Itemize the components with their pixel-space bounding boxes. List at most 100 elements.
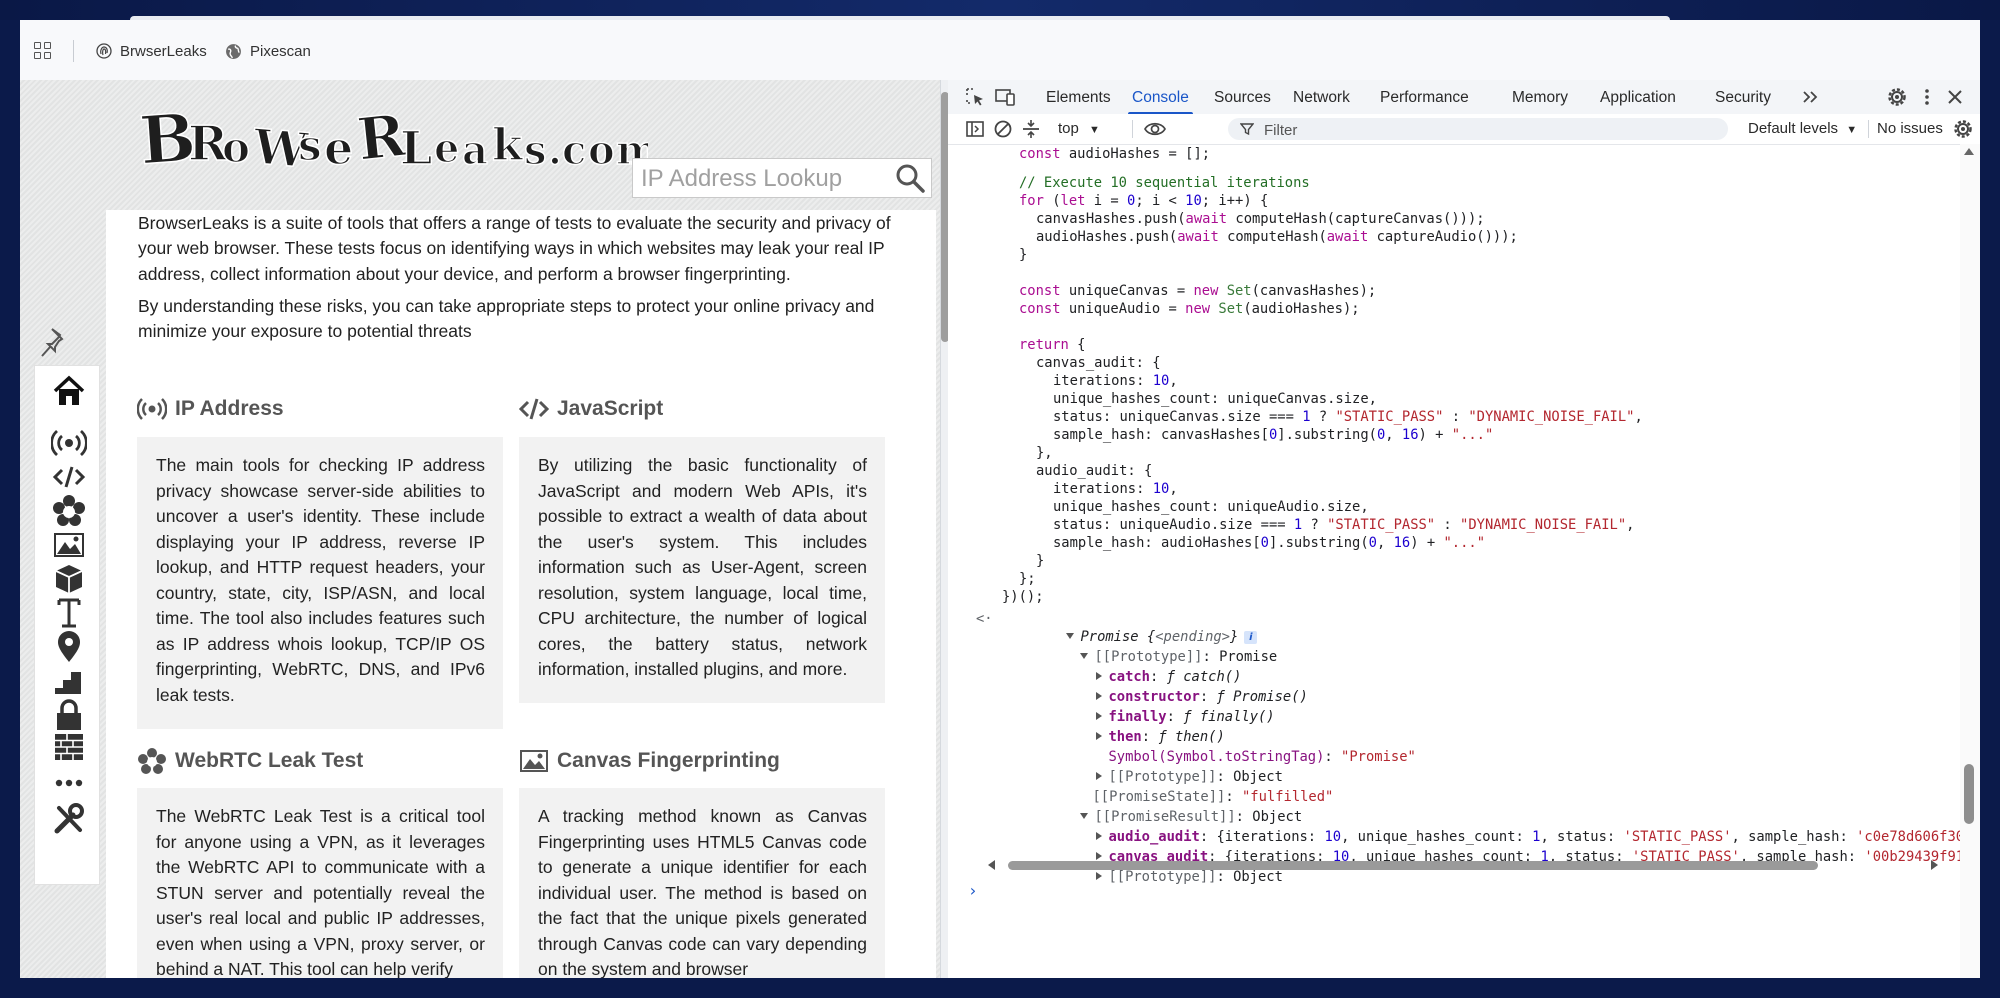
context-label: top bbox=[1058, 120, 1079, 137]
console-settings-gear-icon[interactable] bbox=[1952, 118, 1974, 140]
svg-text:s: s bbox=[298, 121, 322, 170]
home-icon[interactable] bbox=[51, 374, 87, 408]
code-line: audio_audit: { bbox=[1036, 463, 1153, 479]
tab-console[interactable]: Console bbox=[1128, 89, 1193, 115]
pin-icon[interactable] bbox=[38, 325, 74, 361]
live-expression-eye-icon[interactable] bbox=[1144, 118, 1166, 140]
browser-window: BrwserLeaks Pixescan B R o W s e R L e a… bbox=[20, 20, 1980, 978]
card-javascript-title[interactable]: JavaScript bbox=[519, 396, 663, 422]
scroll-up-icon[interactable] bbox=[1964, 148, 1974, 155]
tab-sources[interactable]: Sources bbox=[1214, 89, 1271, 114]
vertical-scroll-thumb[interactable] bbox=[1964, 764, 1974, 824]
promise-row[interactable]: Promise {<pending>} i bbox=[1000, 610, 1258, 645]
sidebar-toggle-icon[interactable] bbox=[964, 118, 986, 140]
code-line: iterations: 10, bbox=[1053, 481, 1178, 497]
image-icon[interactable] bbox=[51, 528, 87, 562]
code-line: })(); bbox=[1002, 589, 1044, 605]
console-prompt-icon[interactable]: › bbox=[968, 882, 978, 900]
kebab-menu-icon[interactable] bbox=[1916, 86, 1938, 108]
scroll-left-icon[interactable] bbox=[988, 860, 995, 870]
map-pin-icon[interactable] bbox=[51, 630, 87, 664]
code-line: iterations: 10, bbox=[1053, 373, 1178, 389]
brick-wall-icon[interactable] bbox=[51, 730, 87, 764]
tree-row-constructor[interactable]: constructor: ƒ Promise() bbox=[1030, 670, 1308, 705]
tab-security[interactable]: Security bbox=[1715, 89, 1771, 114]
card-webrtc-body: The WebRTC Leak Test is a critical tool … bbox=[137, 788, 503, 978]
console-vertical-scrollbar[interactable] bbox=[1960, 144, 1980, 978]
apps-grid-icon[interactable] bbox=[34, 42, 52, 60]
settings-gear-icon[interactable] bbox=[1886, 86, 1908, 108]
tree-row-audio-audit[interactable]: audio_audit: {iterations: 10, unique_has… bbox=[1030, 810, 1960, 845]
tree-row-canvas-audit[interactable]: canvas_audit: {iterations: 10, unique_ha… bbox=[1030, 830, 1960, 865]
issues-counter[interactable]: No issues bbox=[1877, 120, 1943, 137]
bookmark-pixescan[interactable]: Pixescan bbox=[225, 40, 311, 62]
broadcast-icon[interactable] bbox=[51, 426, 87, 460]
value: "Promise" bbox=[1341, 749, 1416, 765]
tree-row-finally[interactable]: finally: ƒ finally() bbox=[1030, 690, 1275, 725]
code-line: canvasHashes.push(await computeHash(capt… bbox=[1036, 211, 1485, 227]
globe-icon bbox=[226, 43, 241, 59]
card-ip-address-title[interactable]: IP Address bbox=[137, 396, 284, 422]
tools-icon[interactable] bbox=[51, 802, 87, 836]
code-line: status: uniqueAudio.size === 1 ? "STATIC… bbox=[1053, 517, 1635, 533]
browserleaks-logo[interactable]: B R o W s e R L e a k s . c o m bbox=[138, 102, 648, 180]
tree-row-promise-result[interactable]: [[PromiseResult]]: Object bbox=[1014, 790, 1302, 825]
svg-text:e: e bbox=[324, 121, 353, 175]
code-line: sample_hash: canvasHashes[0].substring(0… bbox=[1053, 427, 1494, 443]
tab-performance[interactable]: Performance bbox=[1380, 89, 1469, 114]
result-arrow-icon: <· bbox=[976, 611, 993, 627]
main-content: BrowserLeaks is a suite of tools that of… bbox=[106, 210, 936, 978]
inspect-element-icon[interactable] bbox=[964, 86, 986, 108]
cube-icon[interactable] bbox=[51, 562, 87, 596]
context-selector[interactable]: top ▼ bbox=[1058, 120, 1100, 137]
tab-network[interactable]: Network bbox=[1293, 89, 1350, 114]
scroll-right-icon[interactable] bbox=[1931, 860, 1938, 870]
svg-text:o: o bbox=[588, 127, 615, 174]
webrtc-icon[interactable] bbox=[51, 494, 87, 528]
lock-icon[interactable] bbox=[51, 698, 87, 732]
tree-row-catch[interactable]: catch: ƒ catch() bbox=[1030, 650, 1241, 685]
code-icon[interactable] bbox=[51, 460, 87, 494]
more-icon[interactable] bbox=[51, 766, 87, 800]
card-webrtc-title[interactable]: WebRTC Leak Test bbox=[137, 748, 363, 774]
image-icon bbox=[520, 750, 548, 772]
code-line: } bbox=[1036, 553, 1045, 569]
svg-text:a: a bbox=[462, 127, 488, 174]
code-line: const uniqueAudio = new Set(audioHashes)… bbox=[1019, 301, 1360, 317]
card-title: WebRTC Leak Test bbox=[175, 749, 364, 772]
device-toolbar-icon[interactable] bbox=[994, 86, 1016, 108]
stairs-icon[interactable] bbox=[51, 664, 87, 698]
code-line: // Execute 10 sequential iterations bbox=[1019, 175, 1310, 191]
close-devtools-icon[interactable] bbox=[1944, 86, 1966, 108]
console-filter bbox=[1228, 118, 1728, 140]
console-filter-input[interactable] bbox=[1262, 120, 1706, 140]
horizontal-scroll-thumb[interactable] bbox=[1008, 861, 1818, 870]
search-icon[interactable] bbox=[895, 163, 925, 193]
code-line: } bbox=[1019, 247, 1028, 263]
console-horizontal-scrollbar[interactable] bbox=[988, 858, 1938, 872]
more-tabs-chevron-icon[interactable] bbox=[1800, 86, 1822, 108]
browserleaks-page: B R o W s e R L e a k s . c o m IP Addre… bbox=[20, 80, 940, 978]
tree-row-prototype-object[interactable]: [[Prototype]]: Object bbox=[1030, 750, 1283, 785]
tab-elements[interactable]: Elements bbox=[1046, 89, 1111, 114]
tree-row-prototype[interactable]: [[Prototype]]: Promise bbox=[1014, 630, 1277, 665]
svg-text:s: s bbox=[524, 127, 547, 174]
console-output[interactable]: const audioHashes = []; // Execute 10 se… bbox=[948, 144, 1960, 978]
card-canvas-body: A tracking method known as Canvas Finger… bbox=[519, 788, 885, 978]
tree-row-then[interactable]: then: ƒ then() bbox=[1030, 710, 1225, 745]
code-icon bbox=[519, 398, 549, 420]
tab-memory[interactable]: Memory bbox=[1512, 89, 1568, 114]
group-similar-icon[interactable] bbox=[1020, 118, 1042, 140]
svg-text:k: k bbox=[492, 120, 524, 171]
chevron-down-icon: ▼ bbox=[1846, 124, 1858, 136]
tab-application[interactable]: Application bbox=[1600, 89, 1676, 114]
ip-lookup-input[interactable] bbox=[639, 163, 893, 195]
tree-row-symbol: Symbol(Symbol.toStringTag): "Promise" bbox=[1108, 749, 1416, 765]
log-levels-dropdown[interactable]: Default levels ▼ bbox=[1748, 120, 1857, 137]
card-title: IP Address bbox=[175, 397, 284, 420]
card-canvas-title[interactable]: Canvas Fingerprinting bbox=[519, 748, 780, 774]
clear-console-icon[interactable] bbox=[992, 118, 1014, 140]
bookmark-browserleaks[interactable]: BrwserLeaks bbox=[96, 40, 207, 62]
text-cursor-icon[interactable] bbox=[51, 596, 87, 630]
console-toolbar: top ▼ Default levels ▼ No issues bbox=[948, 114, 1980, 145]
